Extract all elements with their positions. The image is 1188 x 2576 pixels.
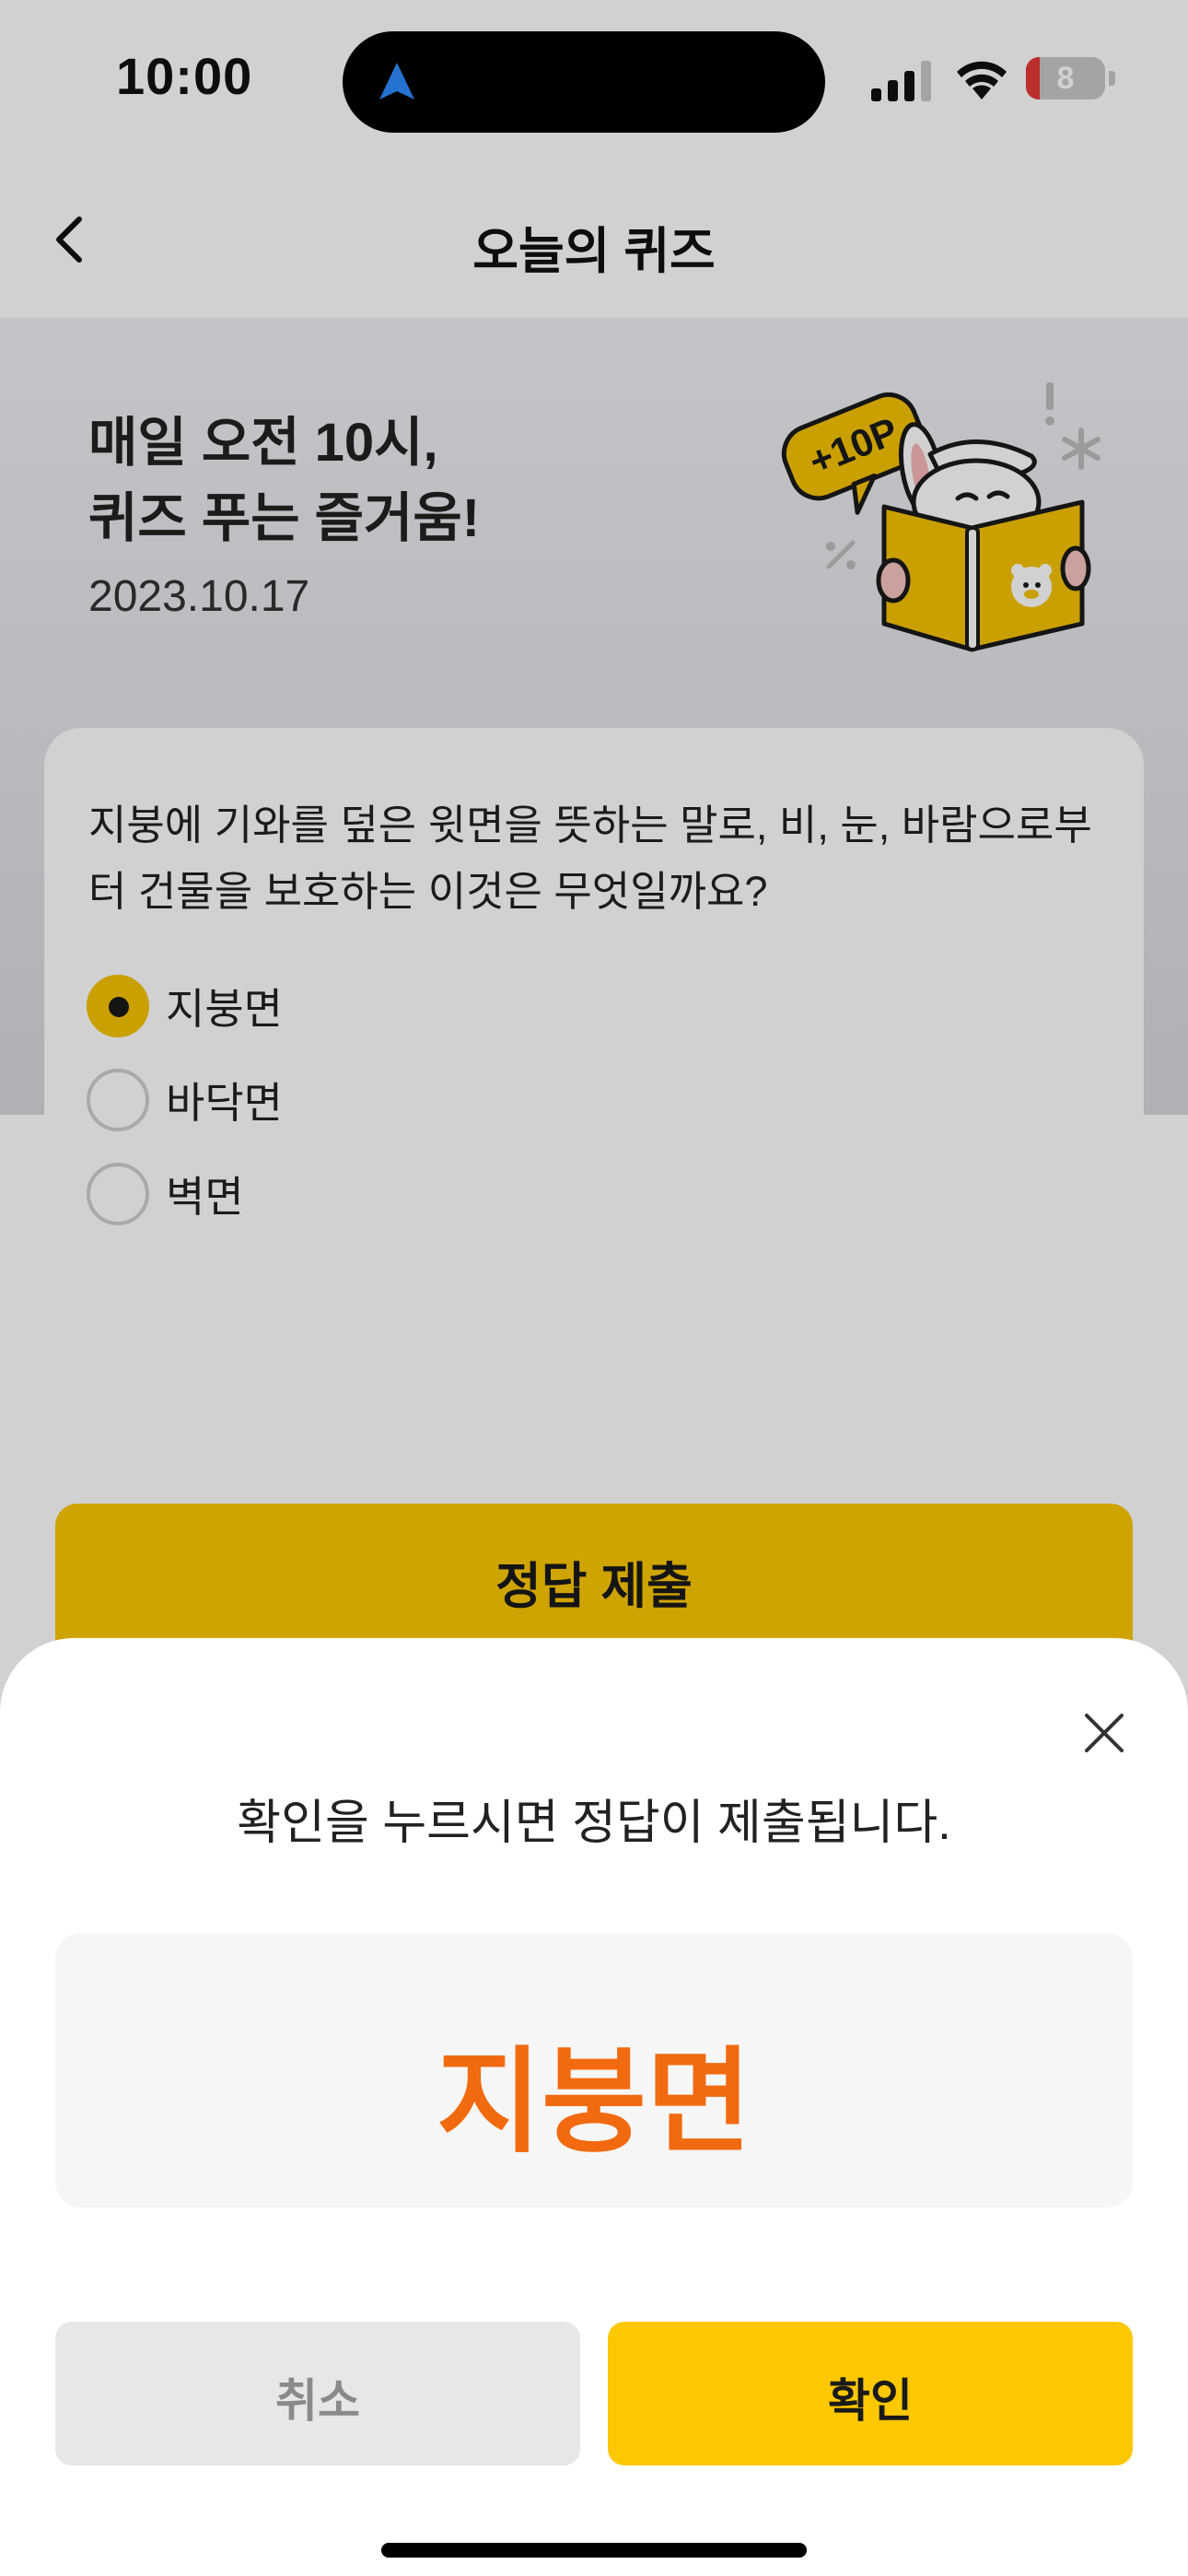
selected-answer-box: 지붕면 bbox=[55, 1933, 1133, 2207]
selected-answer: 지붕면 bbox=[436, 2039, 752, 2166]
confirm-message: 확인을 누르시면 정답이 제출됩니다. bbox=[237, 1797, 951, 1850]
home-indicator bbox=[381, 2543, 807, 2558]
cancel-button[interactable]: 취소 bbox=[55, 2322, 580, 2465]
cancel-label: 취소 bbox=[275, 2375, 360, 2427]
close-icon[interactable] bbox=[1079, 1708, 1129, 1758]
confirm-button[interactable]: 확인 bbox=[608, 2322, 1133, 2465]
confirm-label: 확인 bbox=[828, 2375, 913, 2427]
confirm-bottom-sheet: 확인을 누르시면 정답이 제출됩니다. 지붕면 취소 확인 bbox=[0, 1638, 1188, 2576]
